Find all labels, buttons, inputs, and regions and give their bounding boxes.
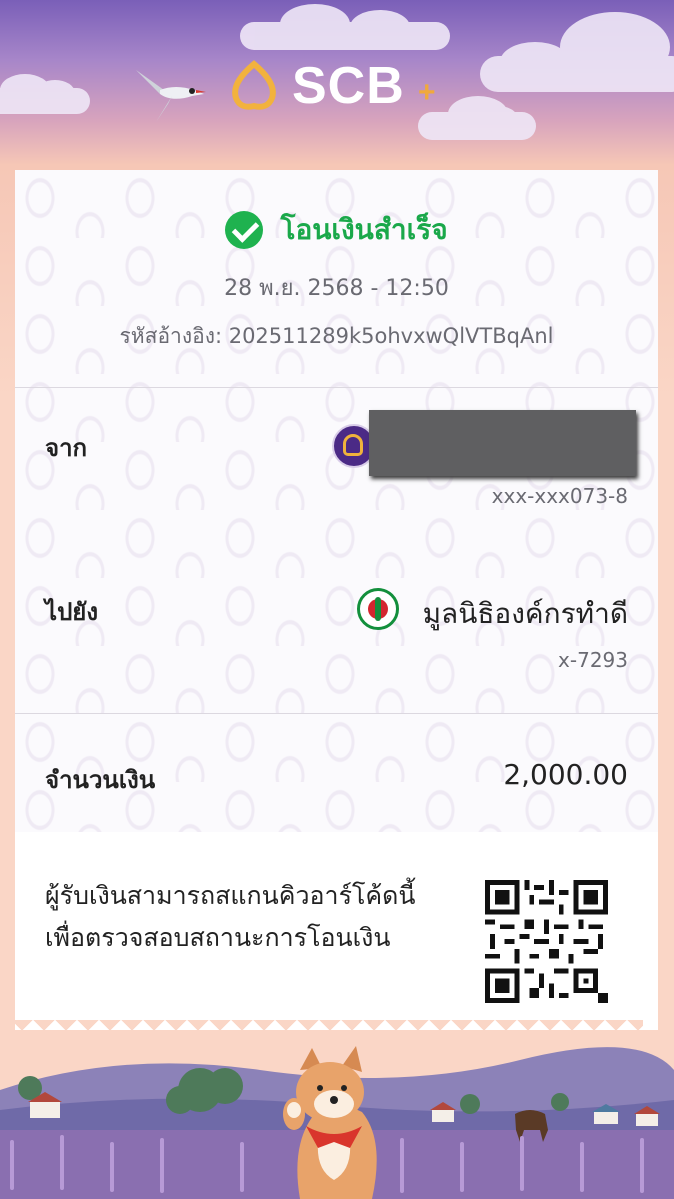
cloud-decoration [0, 74, 90, 114]
to-account: x-7293 [558, 648, 628, 672]
cloud-decoration [480, 12, 674, 92]
header-banner: SCB + [0, 0, 674, 170]
bird-illustration [136, 70, 206, 122]
scb-emblem-icon [232, 60, 276, 110]
amount-label: จำนวนเงิน [45, 766, 156, 794]
redacted-sender-name [369, 410, 636, 476]
cloud-decoration [240, 4, 450, 50]
kbank-logo-icon [357, 588, 399, 630]
transaction-datetime: 28 พ.ย. 2568 - 12:50 [224, 276, 449, 301]
reference-code: รหัสอ้างอิง: 202511289k5ohvxwQlVTBqAnl [119, 324, 554, 348]
to-label: ไปยัง [45, 598, 99, 626]
check-circle-icon [225, 211, 264, 249]
brand-name: SCB [292, 57, 405, 115]
landscape-illustration [0, 1046, 674, 1199]
status-row: โอนเงินสำเร็จ [15, 208, 658, 252]
from-label: จาก [45, 434, 88, 462]
qr-note-line-1: ผู้รับเงินสามารถสแกนคิวอาร์โค้ดนี้ [45, 881, 416, 910]
divider [15, 713, 658, 714]
status-title: โอนเงินสำเร็จ [280, 213, 448, 246]
divider [15, 387, 658, 388]
from-account: xxx-xxx073-8 [491, 484, 628, 508]
to-name: มูลนิธิองค์กรทำดี [422, 597, 628, 630]
brand-plus: + [418, 76, 436, 109]
amount-value: 2,000.00 [503, 758, 628, 791]
receipt-card: โอนเงินสำเร็จ 28 พ.ย. 2568 - 12:50 รหัสอ… [15, 170, 658, 1030]
qr-note: ผู้รับเงินสามารถสแกนคิวอาร์โค้ดนี้ เพื่อ… [45, 875, 445, 959]
scb-logo: SCB + [228, 57, 458, 118]
verification-qr-code[interactable] [485, 880, 608, 1003]
qr-note-line-2: เพื่อตรวจสอบสถานะการโอนเงิน [45, 923, 391, 952]
